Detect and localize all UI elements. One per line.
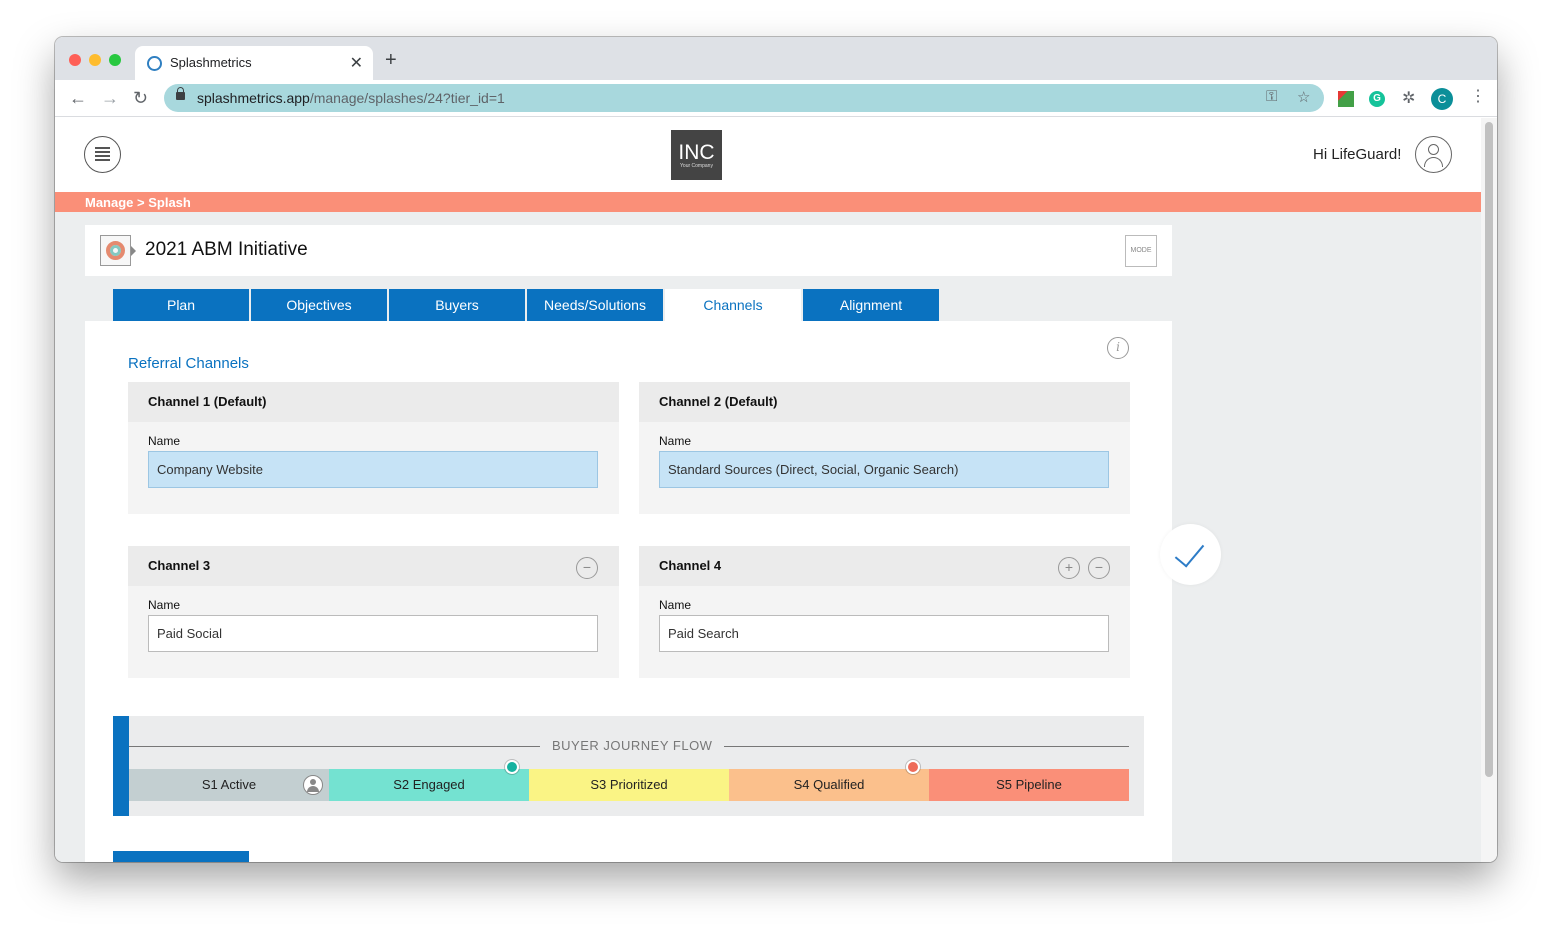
- grammarly-icon[interactable]: G: [1369, 91, 1385, 107]
- tab-buyers[interactable]: Buyers: [389, 289, 525, 321]
- channel-title: Channel 3: [148, 558, 211, 573]
- forward-arrow-icon[interactable]: →: [101, 87, 119, 109]
- site-header: INC Your Company Hi LifeGuard!: [55, 118, 1481, 192]
- tab-alignment[interactable]: Alignment: [803, 289, 939, 321]
- name-label: Name: [148, 598, 181, 612]
- tab-strip: Splashmetrics ✕ +: [55, 37, 1497, 80]
- person-marker-icon[interactable]: [303, 775, 323, 795]
- user-greeting: Hi LifeGuard!: [1313, 146, 1402, 163]
- caret-right-icon: [131, 246, 136, 256]
- reload-icon[interactable]: ↻: [133, 87, 148, 109]
- page-viewport: INC Your Company Hi LifeGuard! Manage > …: [55, 118, 1481, 862]
- back-arrow-icon[interactable]: ←: [69, 87, 87, 109]
- page-scrollbar[interactable]: [1481, 118, 1497, 862]
- tab-plan[interactable]: Plan: [113, 289, 249, 321]
- qualified-pin-icon[interactable]: [906, 760, 920, 774]
- name-label: Name: [148, 434, 181, 448]
- breadcrumb[interactable]: Manage > Splash: [85, 195, 191, 210]
- channel-card-3: Channel 3 − Name Paid Social: [128, 546, 619, 678]
- user-profile-icon[interactable]: [1415, 136, 1452, 173]
- tab-title: Splashmetrics: [170, 55, 252, 70]
- extensions-puzzle-icon[interactable]: ✲: [1402, 88, 1415, 108]
- stage-s4-qualified[interactable]: S4 Qualified: [729, 769, 929, 801]
- buyer-journey-flow: BUYER JOURNEY FLOW S1 Active S2 Engaged …: [113, 716, 1144, 816]
- maximize-window-button[interactable]: [109, 54, 121, 66]
- channel-title: Channel 2 (Default): [659, 394, 778, 409]
- channel-title: Channel 4: [659, 558, 722, 573]
- browser-tab[interactable]: Splashmetrics ✕: [135, 46, 373, 80]
- channel-3-name-field[interactable]: Paid Social: [148, 615, 598, 652]
- address-bar[interactable]: splashmetrics.app/manage/splashes/24?tie…: [164, 84, 1324, 112]
- name-label: Name: [659, 598, 692, 612]
- channel-title: Channel 1 (Default): [148, 394, 267, 409]
- extension-icon[interactable]: [1338, 91, 1354, 107]
- name-label: Name: [659, 434, 692, 448]
- browser-window: Splashmetrics ✕ + ← → ↻ splashmetrics.ap…: [55, 37, 1497, 862]
- channel-1-name-field[interactable]: Company Website: [148, 451, 598, 488]
- lifebuoy-icon[interactable]: [100, 235, 131, 266]
- channel-4-name-field[interactable]: Paid Search: [659, 615, 1109, 652]
- journey-title: BUYER JOURNEY FLOW: [540, 738, 725, 753]
- initiative-title-card: 2021 ABM Initiative MODE: [85, 225, 1172, 276]
- new-tab-button[interactable]: +: [385, 50, 397, 70]
- profile-avatar[interactable]: C: [1431, 88, 1453, 110]
- tab-objectives[interactable]: Objectives: [251, 289, 387, 321]
- breadcrumb-bar: Manage > Splash: [55, 192, 1481, 212]
- channel-card-1: Channel 1 (Default) Name Company Website: [128, 382, 619, 514]
- add-channel-icon[interactable]: +: [1058, 557, 1080, 579]
- url-text: splashmetrics.app/manage/splashes/24?tie…: [197, 90, 505, 106]
- confirm-checkmark-button[interactable]: [1160, 524, 1221, 585]
- engaged-pin-icon[interactable]: [505, 760, 519, 774]
- tab-channels[interactable]: Channels: [665, 289, 801, 321]
- lock-icon: [176, 87, 185, 100]
- browser-toolbar: ← → ↻ splashmetrics.app/manage/splashes/…: [55, 80, 1497, 117]
- stage-s3-prioritized[interactable]: S3 Prioritized: [529, 769, 729, 801]
- channel-card-4: Channel 4 + − Name Paid Search: [639, 546, 1130, 678]
- checkmark-icon: [1174, 536, 1205, 568]
- mode-button[interactable]: MODE: [1125, 235, 1157, 267]
- stage-s5-pipeline[interactable]: S5 Pipeline: [929, 769, 1129, 801]
- minimize-window-button[interactable]: [89, 54, 101, 66]
- splashmetrics-favicon-icon: [147, 56, 162, 71]
- stage-s1-active[interactable]: S1 Active: [129, 769, 329, 801]
- stage-s2-engaged[interactable]: S2 Engaged: [329, 769, 529, 801]
- section-title: Referral Channels: [128, 355, 249, 372]
- channel-card-2: Channel 2 (Default) Name Standard Source…: [639, 382, 1130, 514]
- hamburger-menu-button[interactable]: [84, 136, 121, 173]
- company-logo: INC Your Company: [671, 130, 722, 180]
- close-window-button[interactable]: [69, 54, 81, 66]
- key-icon[interactable]: ⚿: [1266, 88, 1277, 105]
- remove-channel-icon[interactable]: −: [1088, 557, 1110, 579]
- tab-close-icon[interactable]: ✕: [350, 53, 363, 73]
- tab-needs-solutions[interactable]: Needs/Solutions: [527, 289, 663, 321]
- bookmark-star-icon[interactable]: ☆: [1297, 88, 1310, 106]
- channels-panel: Referral Channels i Channel 1 (Default) …: [85, 321, 1172, 862]
- remove-channel-icon[interactable]: −: [576, 557, 598, 579]
- scroll-thumb[interactable]: [1485, 122, 1493, 777]
- browser-menu-icon[interactable]: ⋮: [1470, 86, 1486, 106]
- channel-2-name-field[interactable]: Standard Sources (Direct, Social, Organi…: [659, 451, 1109, 488]
- info-icon[interactable]: i: [1107, 337, 1129, 359]
- next-section-tab[interactable]: [113, 851, 249, 862]
- page-title: 2021 ABM Initiative: [145, 239, 308, 260]
